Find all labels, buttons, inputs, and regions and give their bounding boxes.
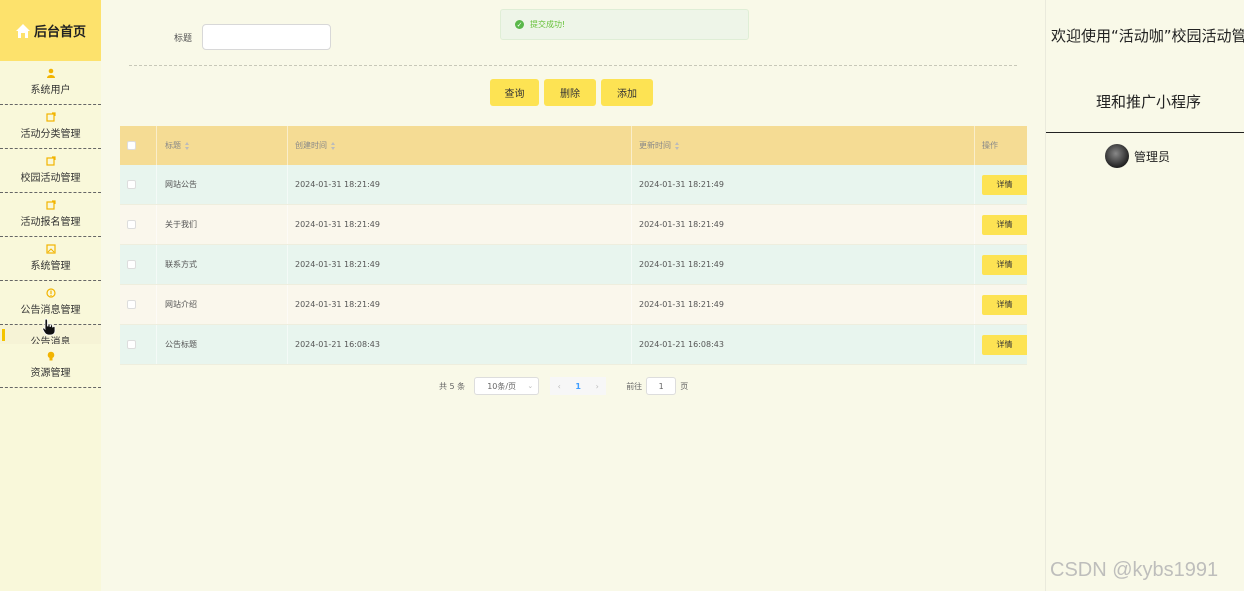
sidebar: 后台首页 系统用户 活动分类管理 校园活动管理 活动报名管理 系统管理 公告消息… bbox=[0, 0, 101, 591]
info-icon bbox=[45, 288, 56, 298]
page-number[interactable]: 1 bbox=[568, 377, 589, 395]
table-row: 网站介绍 2024-01-31 18:21:49 2024-01-31 18:2… bbox=[120, 285, 1027, 325]
sidebar-item-label: 系统管理 bbox=[30, 261, 71, 272]
pagination: 共 5 条 10条/页 ⌄ ‹ 1 › 前往 1 页 bbox=[439, 377, 688, 395]
pagination-total: 共 5 条 bbox=[439, 381, 466, 391]
row-checkbox[interactable] bbox=[127, 340, 136, 349]
row-checkbox[interactable] bbox=[127, 300, 136, 309]
brand-label: 后台首页 bbox=[33, 25, 86, 40]
table-row: 公告标题 2024-01-21 16:08:43 2024-01-21 16:0… bbox=[120, 325, 1027, 365]
active-indicator bbox=[2, 329, 5, 341]
goto-page-input[interactable]: 1 bbox=[646, 377, 677, 395]
sidebar-item-activity-signup[interactable]: 活动报名管理 bbox=[0, 193, 101, 237]
edit-icon bbox=[45, 112, 56, 122]
sidebar-item-label: 资源管理 bbox=[30, 368, 71, 379]
row-checkbox[interactable] bbox=[127, 180, 136, 189]
sort-icon[interactable] bbox=[331, 141, 336, 150]
cell-created: 2024-01-31 18:21:49 bbox=[295, 300, 380, 309]
title-search-input[interactable] bbox=[202, 24, 331, 50]
row-checkbox[interactable] bbox=[127, 260, 136, 269]
goto-label: 前往 bbox=[626, 381, 643, 391]
column-header-updated[interactable]: 更新时间 bbox=[639, 140, 671, 151]
column-header-created[interactable]: 创建时间 bbox=[295, 140, 327, 151]
success-toast: ✓ 提交成功! bbox=[500, 9, 749, 40]
cell-title: 网站介绍 bbox=[165, 300, 197, 309]
add-button[interactable]: 添加 bbox=[601, 79, 653, 106]
title-search-label: 标题 bbox=[174, 34, 193, 44]
toast-message: 提交成功! bbox=[530, 20, 566, 29]
sidebar-item-label: 校园活动管理 bbox=[20, 173, 81, 184]
delete-button[interactable]: 删除 bbox=[544, 79, 596, 106]
table-row: 网站公告 2024-01-31 18:21:49 2024-01-31 18:2… bbox=[120, 165, 1027, 205]
cell-created: 2024-01-31 18:21:49 bbox=[295, 180, 380, 189]
right-panel: 欢迎使用“活动咖”校园活动管 理和推广小程序 管理员 bbox=[1045, 0, 1244, 591]
image-icon bbox=[45, 244, 56, 254]
avatar[interactable] bbox=[1105, 144, 1129, 168]
bulb-icon bbox=[47, 351, 54, 361]
user-info[interactable]: 管理员 bbox=[1105, 144, 1170, 168]
home-icon bbox=[15, 23, 30, 38]
sidebar-brand[interactable]: 后台首页 bbox=[0, 0, 101, 61]
check-circle-icon: ✓ bbox=[515, 20, 524, 29]
edit-icon bbox=[45, 156, 56, 166]
sidebar-item-label: 活动分类管理 bbox=[20, 129, 81, 140]
page-size-select[interactable]: 10条/页 ⌄ bbox=[474, 377, 540, 395]
next-page-button[interactable]: › bbox=[588, 377, 607, 395]
cell-title: 公告标题 bbox=[165, 340, 197, 349]
detail-button[interactable]: 详情 bbox=[982, 174, 1027, 195]
column-header-title[interactable]: 标题 bbox=[165, 140, 181, 151]
cell-updated: 2024-01-31 18:21:49 bbox=[639, 260, 724, 269]
cell-created: 2024-01-21 16:08:43 bbox=[295, 340, 380, 349]
welcome-text-line1: 欢迎使用“活动咖”校园活动管 bbox=[1051, 27, 1244, 45]
table-header: 标题 创建时间 更新时间 操作 bbox=[120, 126, 1027, 165]
column-header-actions: 操作 bbox=[982, 141, 998, 150]
user-name: 管理员 bbox=[1134, 149, 1171, 164]
sidebar-item-label: 公告消息管理 bbox=[20, 305, 81, 316]
cell-updated: 2024-01-21 16:08:43 bbox=[639, 340, 724, 349]
data-table: 标题 创建时间 更新时间 操作 网站公告 2024-01-31 18:21:49… bbox=[120, 126, 1027, 365]
hand-cursor-icon bbox=[42, 318, 56, 336]
cell-title: 联系方式 bbox=[165, 260, 197, 269]
cell-title: 关于我们 bbox=[165, 220, 197, 229]
detail-button[interactable]: 详情 bbox=[982, 294, 1027, 315]
page-size-value: 10条/页 bbox=[487, 381, 517, 391]
sidebar-item-system-users[interactable]: 系统用户 bbox=[0, 61, 101, 105]
detail-button[interactable]: 详情 bbox=[982, 214, 1027, 235]
select-all-checkbox[interactable] bbox=[127, 141, 136, 150]
goto-suffix: 页 bbox=[680, 381, 689, 391]
table-row: 联系方式 2024-01-31 18:21:49 2024-01-31 18:2… bbox=[120, 245, 1027, 285]
table-row: 关于我们 2024-01-31 18:21:49 2024-01-31 18:2… bbox=[120, 205, 1027, 245]
sort-icon[interactable] bbox=[185, 141, 190, 150]
divider bbox=[129, 65, 1017, 66]
detail-button[interactable]: 详情 bbox=[982, 334, 1027, 355]
sidebar-item-system-management[interactable]: 系统管理 bbox=[0, 237, 101, 281]
cell-updated: 2024-01-31 18:21:49 bbox=[639, 180, 724, 189]
cell-title: 网站公告 bbox=[165, 180, 197, 189]
detail-button[interactable]: 详情 bbox=[982, 254, 1027, 275]
cell-created: 2024-01-31 18:21:49 bbox=[295, 220, 380, 229]
user-icon bbox=[46, 68, 55, 78]
sidebar-item-label: 活动报名管理 bbox=[20, 217, 81, 228]
row-checkbox[interactable] bbox=[127, 220, 136, 229]
cell-created: 2024-01-31 18:21:49 bbox=[295, 260, 380, 269]
sidebar-item-label: 系统用户 bbox=[30, 85, 71, 96]
cell-updated: 2024-01-31 18:21:49 bbox=[639, 300, 724, 309]
watermark: CSDN @kybs1991 bbox=[1050, 559, 1219, 581]
query-button[interactable]: 查询 bbox=[490, 79, 539, 106]
header-divider bbox=[1046, 132, 1244, 133]
main-content: 标题 ✓ 提交成功! 查询 删除 添加 标题 创建时间 更新时间 操作 网站公告… bbox=[101, 0, 1045, 591]
sort-icon[interactable] bbox=[675, 141, 680, 150]
sidebar-item-activity-category[interactable]: 活动分类管理 bbox=[0, 105, 101, 149]
cell-updated: 2024-01-31 18:21:49 bbox=[639, 220, 724, 229]
chevron-down-icon: ⌄ bbox=[527, 382, 534, 390]
sidebar-item-campus-activity[interactable]: 校园活动管理 bbox=[0, 149, 101, 193]
welcome-text-line2: 理和推广小程序 bbox=[1096, 93, 1202, 111]
edit-icon bbox=[45, 200, 56, 210]
sidebar-item-resource-management[interactable]: 资源管理 bbox=[0, 344, 101, 388]
prev-page-button[interactable]: ‹ bbox=[550, 377, 569, 395]
